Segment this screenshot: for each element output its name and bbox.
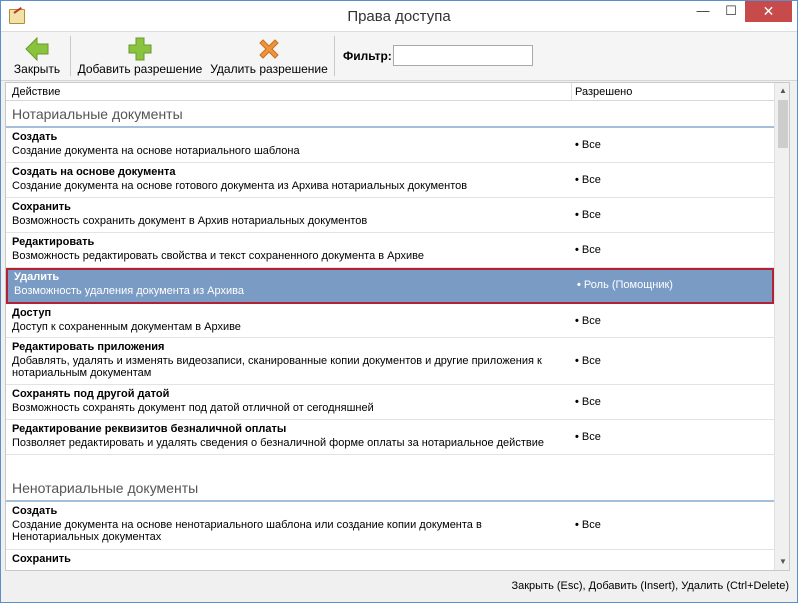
close-window-button[interactable]: ✕ xyxy=(745,1,792,22)
toolbar: Закрыть Добавить разрешение Удалить разр… xyxy=(1,32,797,81)
grid-header: Действие Разрешено xyxy=(6,83,774,101)
shortcut-hint: Закрыть (Esc), Добавить (Insert), Удалит… xyxy=(511,580,789,592)
scroll-down-arrow-icon[interactable]: ▼ xyxy=(775,554,789,570)
toolbar-separator xyxy=(70,36,71,76)
add-permission-button[interactable]: Добавить разрешение xyxy=(77,34,203,78)
maximize-button[interactable]: ☐ xyxy=(717,1,745,22)
row-description: Создание документа на основе ненотариаль… xyxy=(12,519,482,543)
table-row[interactable]: Создать Создание документа на основе нот… xyxy=(6,128,774,163)
row-description: Создание документа на основе готового до… xyxy=(12,180,468,192)
row-permission: Все xyxy=(575,209,601,221)
column-header-action[interactable]: Действие xyxy=(12,86,60,98)
filter-label: Фильтр: xyxy=(343,49,392,63)
row-permission: Все xyxy=(575,315,601,327)
window-title: Права доступа xyxy=(347,8,451,25)
row-description: Возможность сохранять документ под датой… xyxy=(12,402,374,414)
plus-icon xyxy=(128,37,152,61)
row-description: Добавлять, удалять и изменять видеозапис… xyxy=(12,355,542,379)
row-action-name: Создать на основе документа xyxy=(12,166,176,178)
table-row[interactable]: Сохранить xyxy=(6,550,774,570)
row-permission: Все xyxy=(575,431,601,443)
table-row[interactable]: Сохранять под другой датой Возможность с… xyxy=(6,385,774,420)
column-separator[interactable] xyxy=(571,83,572,101)
row-description: Возможность сохранить документ в Архив н… xyxy=(12,215,368,227)
row-permission: Роль (Помощник) xyxy=(577,279,673,291)
row-action-name: Создать xyxy=(12,131,58,143)
row-description: Возможность удаления документа из Архива xyxy=(14,285,244,297)
row-description: Доступ к сохраненным документам в Архиве xyxy=(12,321,241,333)
row-action-name: Редактирование реквизитов безналичной оп… xyxy=(12,423,287,435)
row-permission: Все xyxy=(575,519,601,531)
column-header-allowed[interactable]: Разрешено xyxy=(575,86,632,98)
group-header: Ненотариальные документы xyxy=(6,475,774,502)
table-row[interactable]: Редактировать Возможность редактировать … xyxy=(6,233,774,268)
row-action-name: Удалить xyxy=(14,271,60,283)
table-row[interactable]: Создать Создание документа на основе нен… xyxy=(6,502,774,550)
row-action-name: Редактировать приложения xyxy=(12,341,165,353)
row-description: Возможность редактировать свойства и тек… xyxy=(12,250,424,262)
permissions-grid: Действие Разрешено Нотариальные документ… xyxy=(5,82,790,571)
status-bar: Закрыть (Esc), Добавить (Insert), Удалит… xyxy=(1,574,797,598)
row-description: Позволяет редактировать и удалять сведен… xyxy=(12,437,544,449)
row-action-name: Сохранять под другой датой xyxy=(12,388,170,400)
row-action-name: Сохранить xyxy=(12,201,71,213)
table-row[interactable]: Доступ Доступ к сохраненным документам в… xyxy=(6,304,774,338)
table-row-selected[interactable]: Удалить Возможность удаления документа и… xyxy=(6,268,774,304)
table-row[interactable]: Создать на основе документа Создание док… xyxy=(6,163,774,198)
delete-permission-button[interactable]: Удалить разрешение xyxy=(209,34,329,78)
scroll-up-arrow-icon[interactable]: ▲ xyxy=(775,83,789,99)
row-action-name: Создать xyxy=(12,505,58,517)
row-action-name: Сохранить xyxy=(12,553,71,565)
toolbar-separator xyxy=(334,36,335,76)
row-action-name: Доступ xyxy=(12,307,52,319)
row-permission: Все xyxy=(575,174,601,186)
grid-body: Нотариальные документы Создать Создание … xyxy=(6,102,774,570)
close-button[interactable]: Закрыть xyxy=(9,34,65,78)
group-header: Нотариальные документы xyxy=(6,102,774,128)
filter-input[interactable] xyxy=(393,45,533,66)
table-row[interactable]: Редактировать приложения Добавлять, удал… xyxy=(6,338,774,385)
add-permission-label: Добавить разрешение xyxy=(77,62,203,76)
table-row[interactable]: Редактирование реквизитов безналичной оп… xyxy=(6,420,774,455)
scroll-thumb[interactable] xyxy=(778,100,788,148)
close-button-label: Закрыть xyxy=(13,62,61,76)
table-row[interactable]: Сохранить Возможность сохранить документ… xyxy=(6,198,774,233)
row-permission: Все xyxy=(575,139,601,151)
row-description: Создание документа на основе нотариально… xyxy=(12,145,300,157)
delete-x-icon xyxy=(259,39,279,59)
minimize-button[interactable]: — xyxy=(689,1,717,22)
row-permission: Все xyxy=(575,396,601,408)
delete-permission-label: Удалить разрешение xyxy=(210,62,328,76)
vertical-scrollbar[interactable]: ▲ ▼ xyxy=(774,83,789,570)
access-rights-window: Права доступа — ☐ ✕ Закрыть Добавить раз… xyxy=(0,0,798,603)
row-permission: Все xyxy=(575,244,601,256)
row-permission: Все xyxy=(575,355,601,367)
back-arrow-icon xyxy=(25,36,49,62)
title-bar[interactable]: Права доступа — ☐ ✕ xyxy=(1,1,797,32)
row-action-name: Редактировать xyxy=(12,236,95,248)
